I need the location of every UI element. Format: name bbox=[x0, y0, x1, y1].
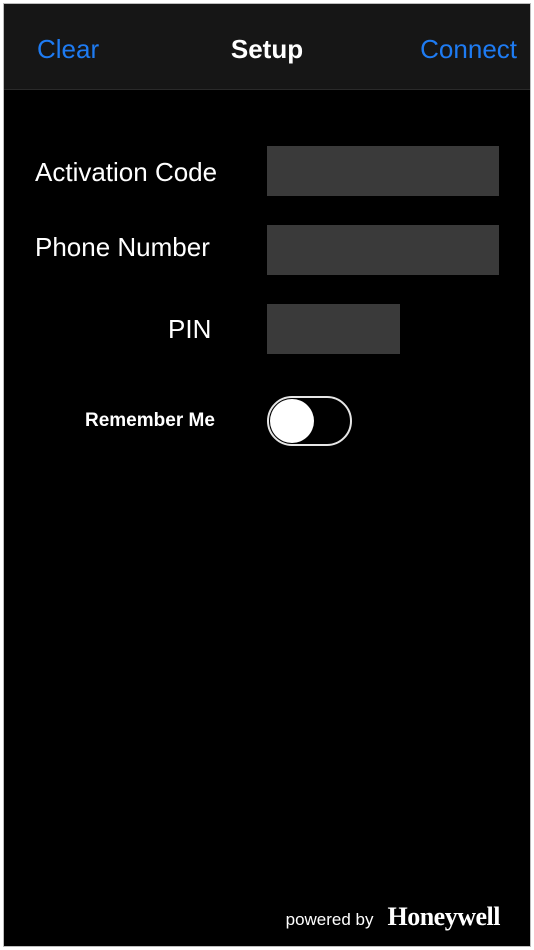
pin-label: PIN bbox=[168, 314, 212, 344]
remember-me-toggle[interactable] bbox=[267, 396, 352, 446]
toggle-knob[interactable] bbox=[270, 399, 314, 443]
connect-button[interactable]: Connect bbox=[420, 32, 517, 66]
activation-code-label: Activation Code bbox=[35, 157, 218, 187]
remember-me-label: Remember Me bbox=[85, 410, 215, 431]
honeywell-logo: Honeywell bbox=[387, 902, 501, 931]
phone-number-input[interactable] bbox=[267, 225, 499, 275]
powered-by-text: powered by bbox=[285, 910, 374, 929]
navigation-bar: Clear Setup Connect bbox=[4, 4, 530, 90]
pin-input[interactable] bbox=[267, 304, 400, 354]
footer-branding: powered by Honeywell bbox=[285, 902, 501, 932]
phone-number-label: Phone Number bbox=[35, 232, 210, 262]
activation-code-input[interactable] bbox=[267, 146, 499, 196]
setup-screen: Clear Setup Connect Activation Code Phon… bbox=[3, 3, 531, 947]
